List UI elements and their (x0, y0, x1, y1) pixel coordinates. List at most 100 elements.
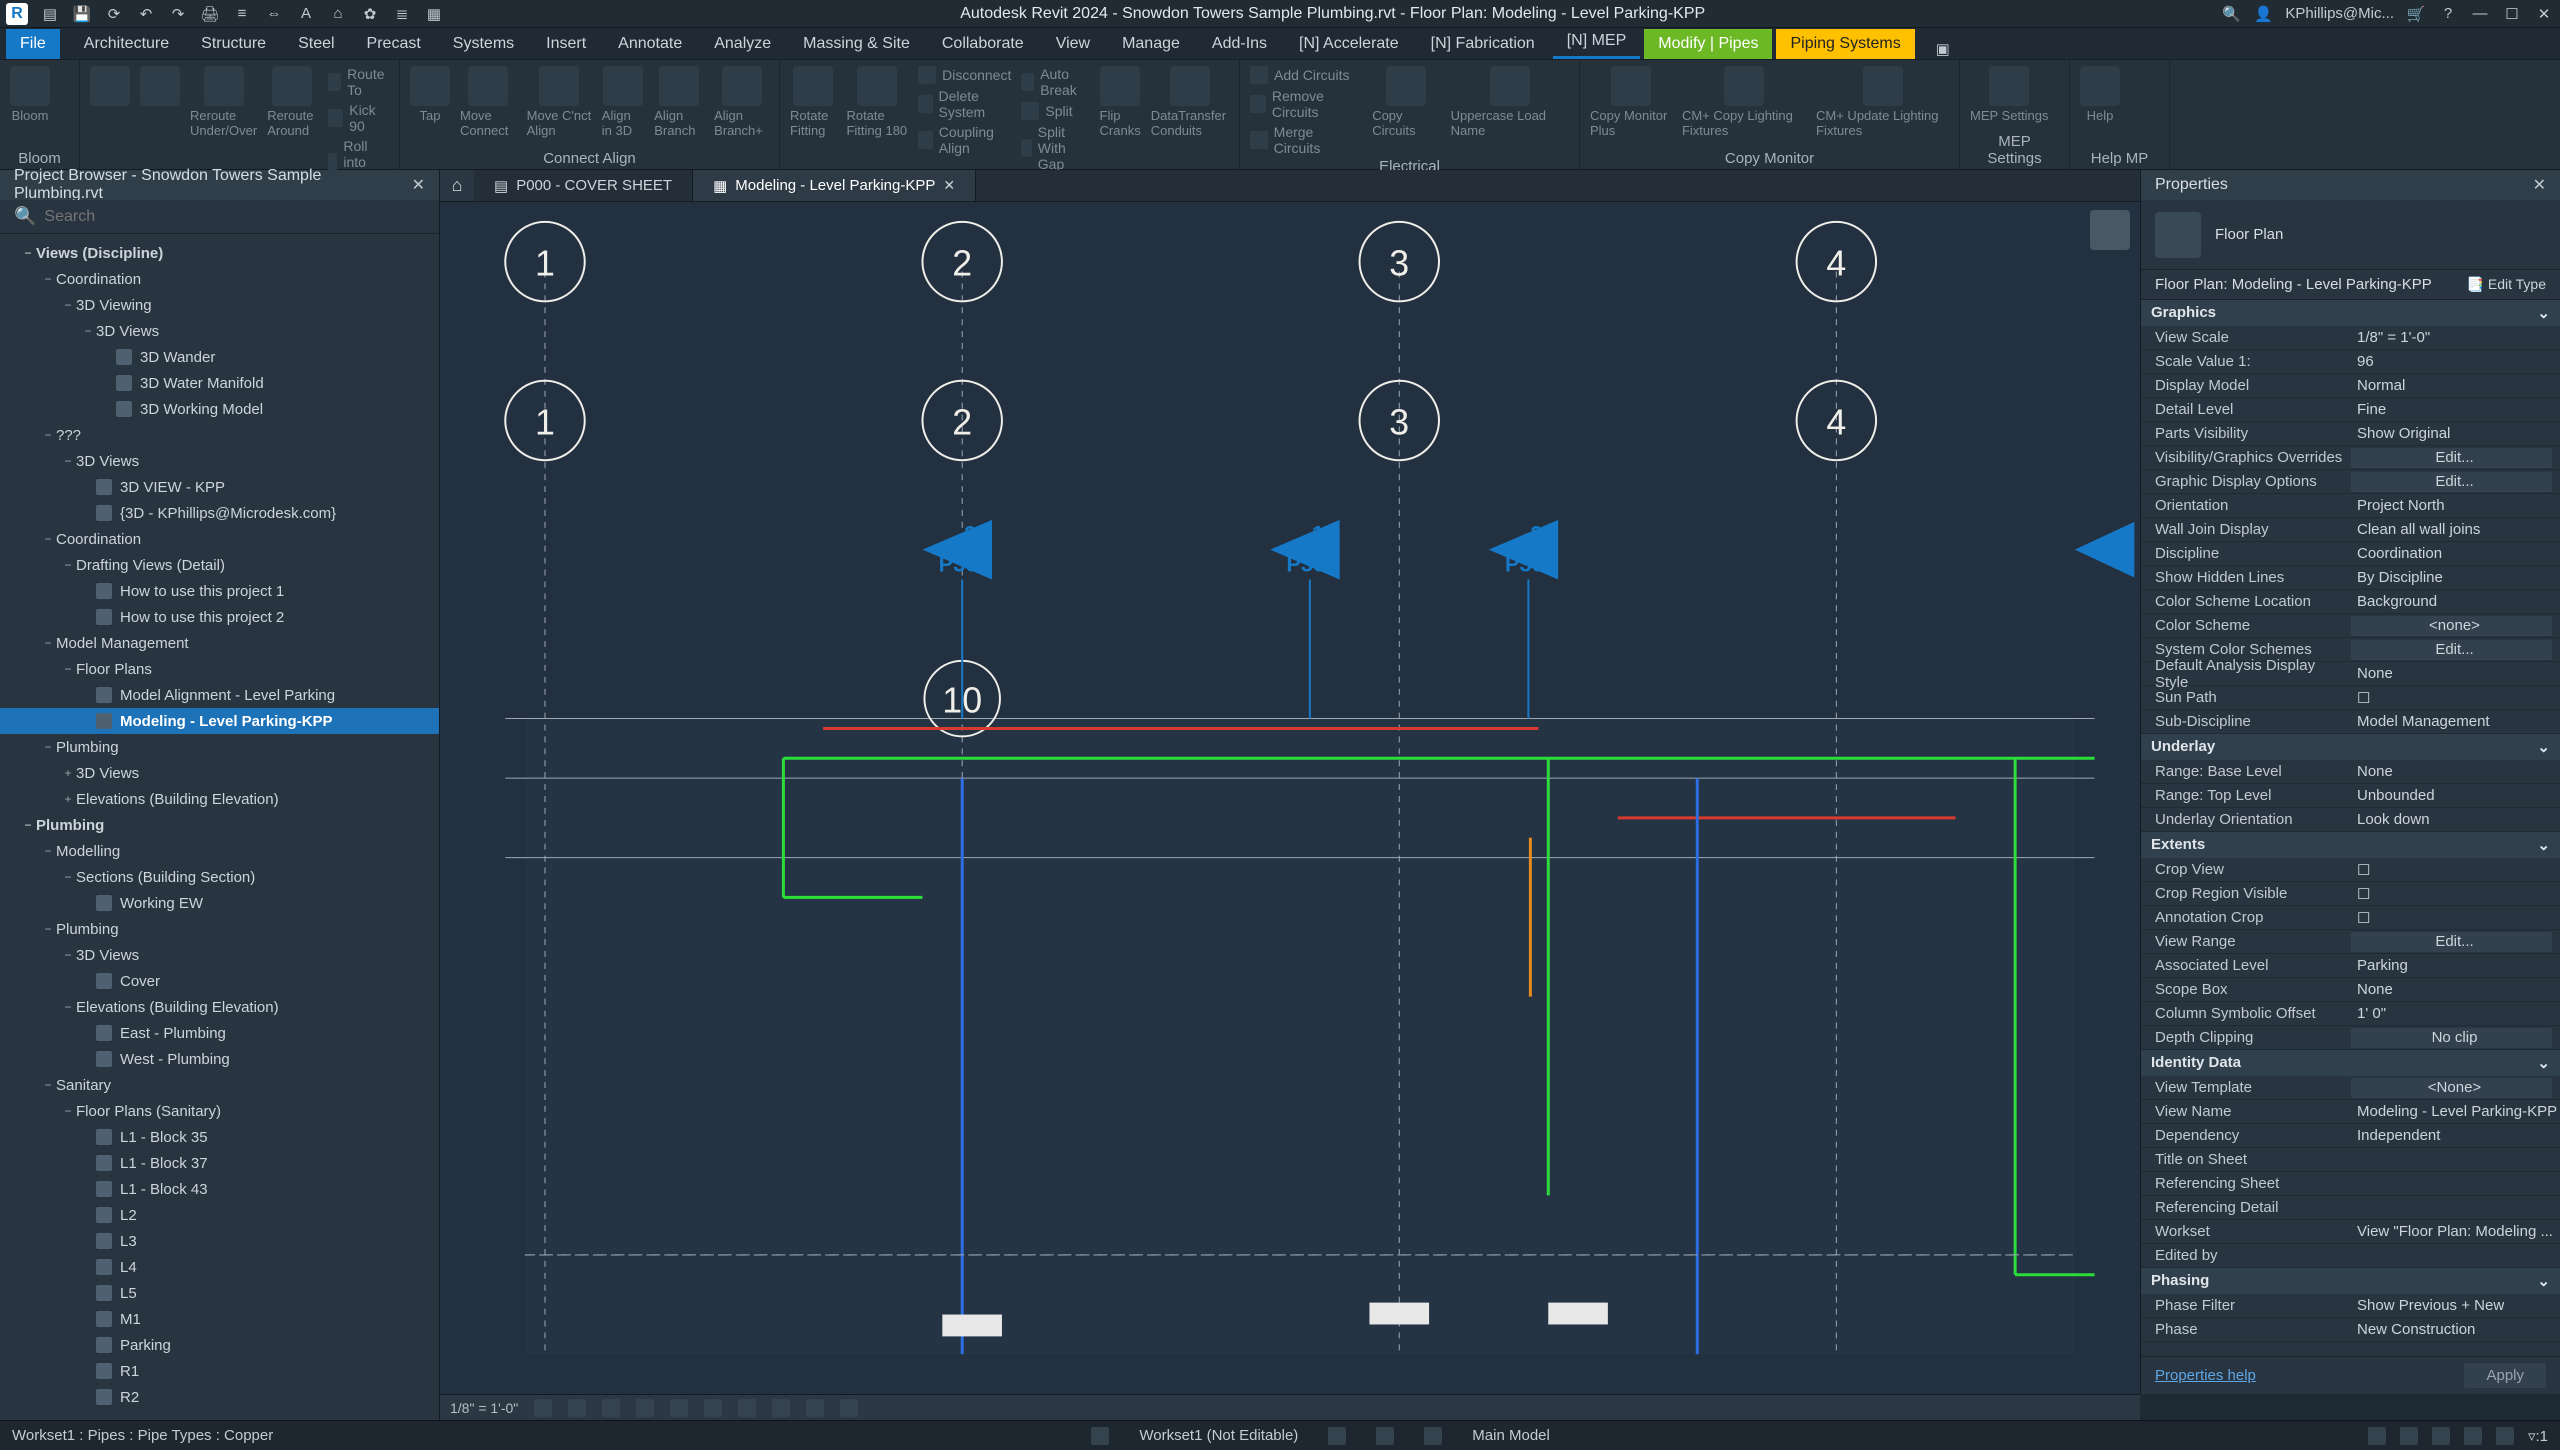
tree-item[interactable]: 3D Working Model (0, 396, 439, 422)
doc-tab-cover[interactable]: ▤P000 - COVER SHEET (474, 170, 693, 201)
tab-nmep[interactable]: [N] MEP (1553, 26, 1641, 59)
sun-path-icon[interactable] (602, 1399, 620, 1417)
tree-item[interactable]: −3D Views (0, 318, 439, 344)
align-3d-button[interactable]: Align in 3D (602, 66, 644, 138)
qat-open-icon[interactable]: ▤ (40, 4, 60, 24)
tree-item[interactable]: Cover (0, 968, 439, 994)
tab-steel[interactable]: Steel (284, 29, 348, 59)
tree-item[interactable]: Modeling - Level Parking-KPP (0, 708, 439, 734)
select-pinned-icon[interactable] (2432, 1427, 2450, 1445)
tree-item[interactable]: −Plumbing (0, 734, 439, 760)
tree-item[interactable]: −Floor Plans (0, 656, 439, 682)
qat-text-icon[interactable]: A (296, 4, 316, 24)
prop-row[interactable]: Underlay OrientationLook down (2141, 808, 2560, 832)
prop-row[interactable]: WorksetView "Floor Plan: Modeling ... (2141, 1220, 2560, 1244)
tab-collaborate[interactable]: Collaborate (928, 29, 1038, 59)
rotate-fitting180-button[interactable]: Rotate Fitting 180 (846, 66, 908, 138)
properties-help-link[interactable]: Properties help (2155, 1367, 2256, 1384)
tree-item[interactable]: −3D Viewing (0, 292, 439, 318)
delete-system-button[interactable]: Delete System (918, 88, 1011, 120)
select-face-icon[interactable] (2464, 1427, 2482, 1445)
disconnect-button[interactable]: Disconnect (918, 66, 1011, 84)
apply-button[interactable]: Apply (2464, 1363, 2546, 1388)
tree-item[interactable]: +Elevations (Building Elevation) (0, 786, 439, 812)
tree-item[interactable]: Model Alignment - Level Parking (0, 682, 439, 708)
route-to-button[interactable]: Route To (328, 66, 389, 98)
prop-row[interactable]: Phase FilterShow Previous + New (2141, 1294, 2560, 1318)
mep-settings-button[interactable]: MEP Settings (1970, 66, 2049, 123)
prop-row[interactable]: Referencing Sheet (2141, 1172, 2560, 1196)
remove-circuits-button[interactable]: Remove Circuits (1250, 88, 1362, 120)
tab-piping-systems[interactable]: Piping Systems (1776, 29, 1914, 59)
doc-home-icon[interactable]: ⌂ (440, 170, 474, 201)
tree-item[interactable]: M1 (0, 1306, 439, 1332)
tree-item[interactable]: −Model Management (0, 630, 439, 656)
tree-item[interactable]: L5 (0, 1280, 439, 1306)
canvas[interactable]: 1234 1234 10 2P3001P3012P301 (440, 202, 2140, 1394)
copy-circuits-button[interactable]: Copy Circuits (1372, 66, 1440, 138)
prop-category[interactable]: Identity Data⌄ (2141, 1050, 2560, 1076)
tree-item[interactable]: L1 - Block 35 (0, 1124, 439, 1150)
user-icon[interactable]: 👤 (2253, 4, 2273, 24)
prop-row[interactable]: Visibility/Graphics OverridesEdit... (2141, 446, 2560, 470)
prop-row[interactable]: DependencyIndependent (2141, 1124, 2560, 1148)
prop-row[interactable]: Annotation Crop☐ (2141, 906, 2560, 930)
minimize-icon[interactable]: — (2470, 4, 2490, 24)
select-underlay-icon[interactable] (2400, 1427, 2418, 1445)
tree-item[interactable]: −Plumbing (0, 812, 439, 838)
data-transfer-button[interactable]: DataTransfer Conduits (1151, 66, 1229, 138)
routing-btn-1[interactable] (90, 66, 130, 106)
move-connect-button[interactable]: Move Connect (460, 66, 517, 138)
prop-row[interactable]: OrientationProject North (2141, 494, 2560, 518)
tree-item[interactable]: Working EW (0, 890, 439, 916)
tree-item[interactable]: −Floor Plans (Sanitary) (0, 1098, 439, 1124)
visual-style-icon[interactable] (568, 1399, 586, 1417)
tab-view[interactable]: View (1042, 29, 1104, 59)
prop-row[interactable]: View Scale1/8" = 1'-0" (2141, 326, 2560, 350)
prop-row[interactable]: Parts VisibilityShow Original (2141, 422, 2560, 446)
tab-analyze[interactable]: Analyze (700, 29, 785, 59)
detail-level-icon[interactable] (534, 1399, 552, 1417)
align-branch-plus-button[interactable]: Align Branch+ (714, 66, 769, 138)
crop-icon[interactable] (704, 1399, 722, 1417)
kick90-button[interactable]: Kick 90 (328, 102, 389, 134)
type-selector[interactable]: Floor Plan (2141, 200, 2560, 270)
tree-item[interactable]: L2 (0, 1202, 439, 1228)
prop-category[interactable]: Graphics⌄ (2141, 300, 2560, 326)
browser-search-input[interactable] (44, 208, 425, 226)
tree-item[interactable]: East - Plumbing (0, 1020, 439, 1046)
tree-item[interactable]: West - Plumbing (0, 1046, 439, 1072)
close-window-icon[interactable]: ✕ (2534, 4, 2554, 24)
drag-elements-icon[interactable] (2496, 1427, 2514, 1445)
prop-row[interactable]: Depth ClippingNo clip (2141, 1026, 2560, 1050)
prop-row[interactable]: View RangeEdit... (2141, 930, 2560, 954)
coupling-align-button[interactable]: Coupling Align (918, 124, 1011, 156)
tree-item[interactable]: 3D VIEW - KPP (0, 474, 439, 500)
tab-addins[interactable]: Add-Ins (1198, 29, 1281, 59)
tree-item[interactable]: 3D Wander (0, 344, 439, 370)
tree-item[interactable]: R2 (0, 1384, 439, 1410)
shadows-icon[interactable] (636, 1399, 654, 1417)
qat-undo-icon[interactable]: ↶ (136, 4, 156, 24)
tab-naccel[interactable]: [N] Accelerate (1285, 29, 1413, 59)
tree-item[interactable]: −Elevations (Building Elevation) (0, 994, 439, 1020)
tab-modify-pipes[interactable]: Modify | Pipes (1644, 29, 1772, 59)
infocenter-icon[interactable]: 🔍 (2221, 4, 2241, 24)
copy-monitor-plus-button[interactable]: Copy Monitor Plus (1590, 66, 1672, 138)
prop-category[interactable]: Extents⌄ (2141, 832, 2560, 858)
bloom-button[interactable]: Bloom (10, 66, 50, 123)
tree-item[interactable]: L3 (0, 1228, 439, 1254)
prop-row[interactable]: Scale Value 1:96 (2141, 350, 2560, 374)
select-links-icon[interactable] (2368, 1427, 2386, 1445)
prop-row[interactable]: Referencing Detail (2141, 1196, 2560, 1220)
tab-architecture[interactable]: Architecture (70, 29, 183, 59)
view-cube[interactable] (2090, 210, 2130, 250)
qat-thin-icon[interactable]: ≣ (392, 4, 412, 24)
prop-row[interactable]: Sub-DisciplineModel Management (2141, 710, 2560, 734)
doc-tab-close-icon[interactable]: ✕ (943, 177, 955, 194)
reroute-underover-button[interactable]: Reroute Under/Over (190, 66, 257, 138)
tree-item[interactable]: −Coordination (0, 266, 439, 292)
prop-row[interactable]: Range: Top LevelUnbounded (2141, 784, 2560, 808)
prop-row[interactable]: Sun Path☐ (2141, 686, 2560, 710)
prop-row[interactable]: Color Scheme LocationBackground (2141, 590, 2560, 614)
